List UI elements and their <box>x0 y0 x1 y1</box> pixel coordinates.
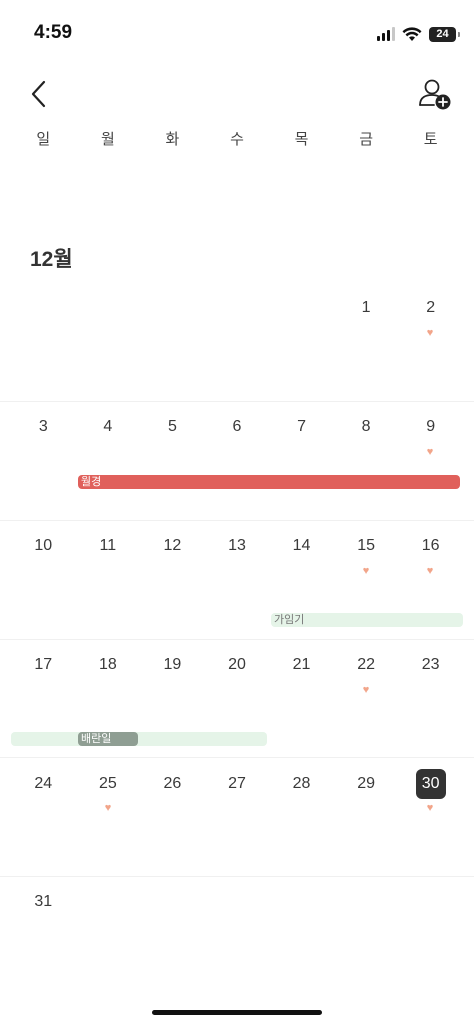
heart-icon: ♥ <box>104 802 112 814</box>
week-divider <box>0 401 474 402</box>
weekday-wed: 수 <box>230 131 244 148</box>
period-event-bar[interactable]: 월경 <box>78 475 460 489</box>
calendar-day[interactable]: 15 <box>334 534 399 558</box>
calendar-day[interactable]: 2 <box>398 296 463 320</box>
cellular-signal-icon <box>377 27 395 41</box>
calendar-day[interactable]: 26 <box>140 772 205 796</box>
calendar-week: 1 2 ♥ <box>0 282 474 401</box>
week-divider <box>0 757 474 758</box>
calendar-day[interactable]: 23 <box>398 653 463 677</box>
calendar-week: 17 18 19 20 21 22 23 ♥ 배란일 <box>0 639 474 758</box>
calendar-day[interactable]: 1 <box>334 296 399 320</box>
calendar-day[interactable]: 29 <box>334 772 399 796</box>
calendar-week: 3 4 5 6 7 8 9 ♥ 월경 <box>0 401 474 520</box>
heart-icon: ♥ <box>362 684 370 696</box>
calendar-week: 10 11 12 13 14 15 16 ♥ ♥ 가임기 <box>0 520 474 639</box>
weekday-sun: 일 <box>36 131 51 148</box>
heart-icon: ♥ <box>426 565 434 577</box>
status-icons: 24 <box>377 24 460 44</box>
battery-icon: 24 <box>429 26 460 42</box>
calendar-day[interactable]: 3 <box>11 415 76 439</box>
calendar-day[interactable]: 6 <box>205 415 270 439</box>
calendar-day[interactable]: 21 <box>269 653 334 677</box>
home-indicator[interactable] <box>152 1010 322 1015</box>
calendar-day[interactable]: 24 <box>11 772 76 796</box>
calendar-day[interactable]: 31 <box>11 890 76 914</box>
add-user-icon <box>419 79 451 110</box>
weekday-thu: 목 <box>294 131 309 148</box>
week-divider <box>0 520 474 521</box>
calendar-day[interactable]: 28 <box>269 772 334 796</box>
calendar-day[interactable]: 19 <box>140 653 205 677</box>
calendar-day[interactable]: 27 <box>205 772 270 796</box>
calendar-day[interactable]: 22 <box>334 653 399 677</box>
calendar-day[interactable]: 12 <box>140 534 205 558</box>
month-title: 12월 <box>30 248 73 271</box>
calendar-day[interactable]: 18 <box>76 653 141 677</box>
calendar-day[interactable]: 4 <box>76 415 141 439</box>
calendar-day[interactable]: 5 <box>140 415 205 439</box>
fertile-window-bar[interactable] <box>11 732 267 746</box>
weekday-sat: 토 <box>423 131 438 148</box>
weekday-tue: 화 <box>165 131 180 148</box>
calendar-day[interactable]: 11 <box>76 534 141 558</box>
back-button[interactable] <box>26 78 56 110</box>
calendar-day[interactable]: 17 <box>11 653 76 677</box>
calendar-week: 24 25 26 27 28 29 30 ♥ ♥ <box>0 757 474 876</box>
weekday-fri: 금 <box>359 131 374 148</box>
heart-icon: ♥ <box>426 327 434 339</box>
weekday-mon: 월 <box>100 131 115 148</box>
heart-icon: ♥ <box>426 446 434 458</box>
calendar-day[interactable]: 7 <box>269 415 334 439</box>
calendar-day[interactable]: 25 <box>76 772 141 796</box>
calendar-day[interactable]: 10 <box>11 534 76 558</box>
calendar-screen: 4:59 24 일 월 화 수 목 금 토 12월 1 2 ♥ 3 4 5 6 … <box>0 0 474 1026</box>
calendar-day[interactable]: 16 <box>398 534 463 558</box>
calendar-day-today[interactable]: 30 <box>415 769 446 799</box>
calendar-day[interactable]: 14 <box>269 534 334 558</box>
calendar-day[interactable]: 20 <box>205 653 270 677</box>
fertile-window-bar[interactable]: 가임기 <box>271 613 463 627</box>
calendar-day[interactable]: 9 <box>398 415 463 439</box>
week-divider <box>0 639 474 640</box>
ovulation-day-label[interactable]: 배란일 <box>78 732 138 746</box>
heart-icon: ♥ <box>426 802 434 814</box>
calendar-week: 31 <box>0 876 474 995</box>
week-divider <box>0 876 474 877</box>
status-time: 4:59 <box>34 22 73 43</box>
wifi-icon <box>402 26 422 41</box>
heart-icon: ♥ <box>362 565 370 577</box>
chevron-left-icon <box>31 80 46 108</box>
calendar-day[interactable]: 13 <box>205 534 270 558</box>
weekday-header: 일 월 화 수 목 금 토 <box>11 128 463 152</box>
add-partner-button[interactable] <box>418 76 452 112</box>
calendar-day[interactable]: 8 <box>334 415 399 439</box>
